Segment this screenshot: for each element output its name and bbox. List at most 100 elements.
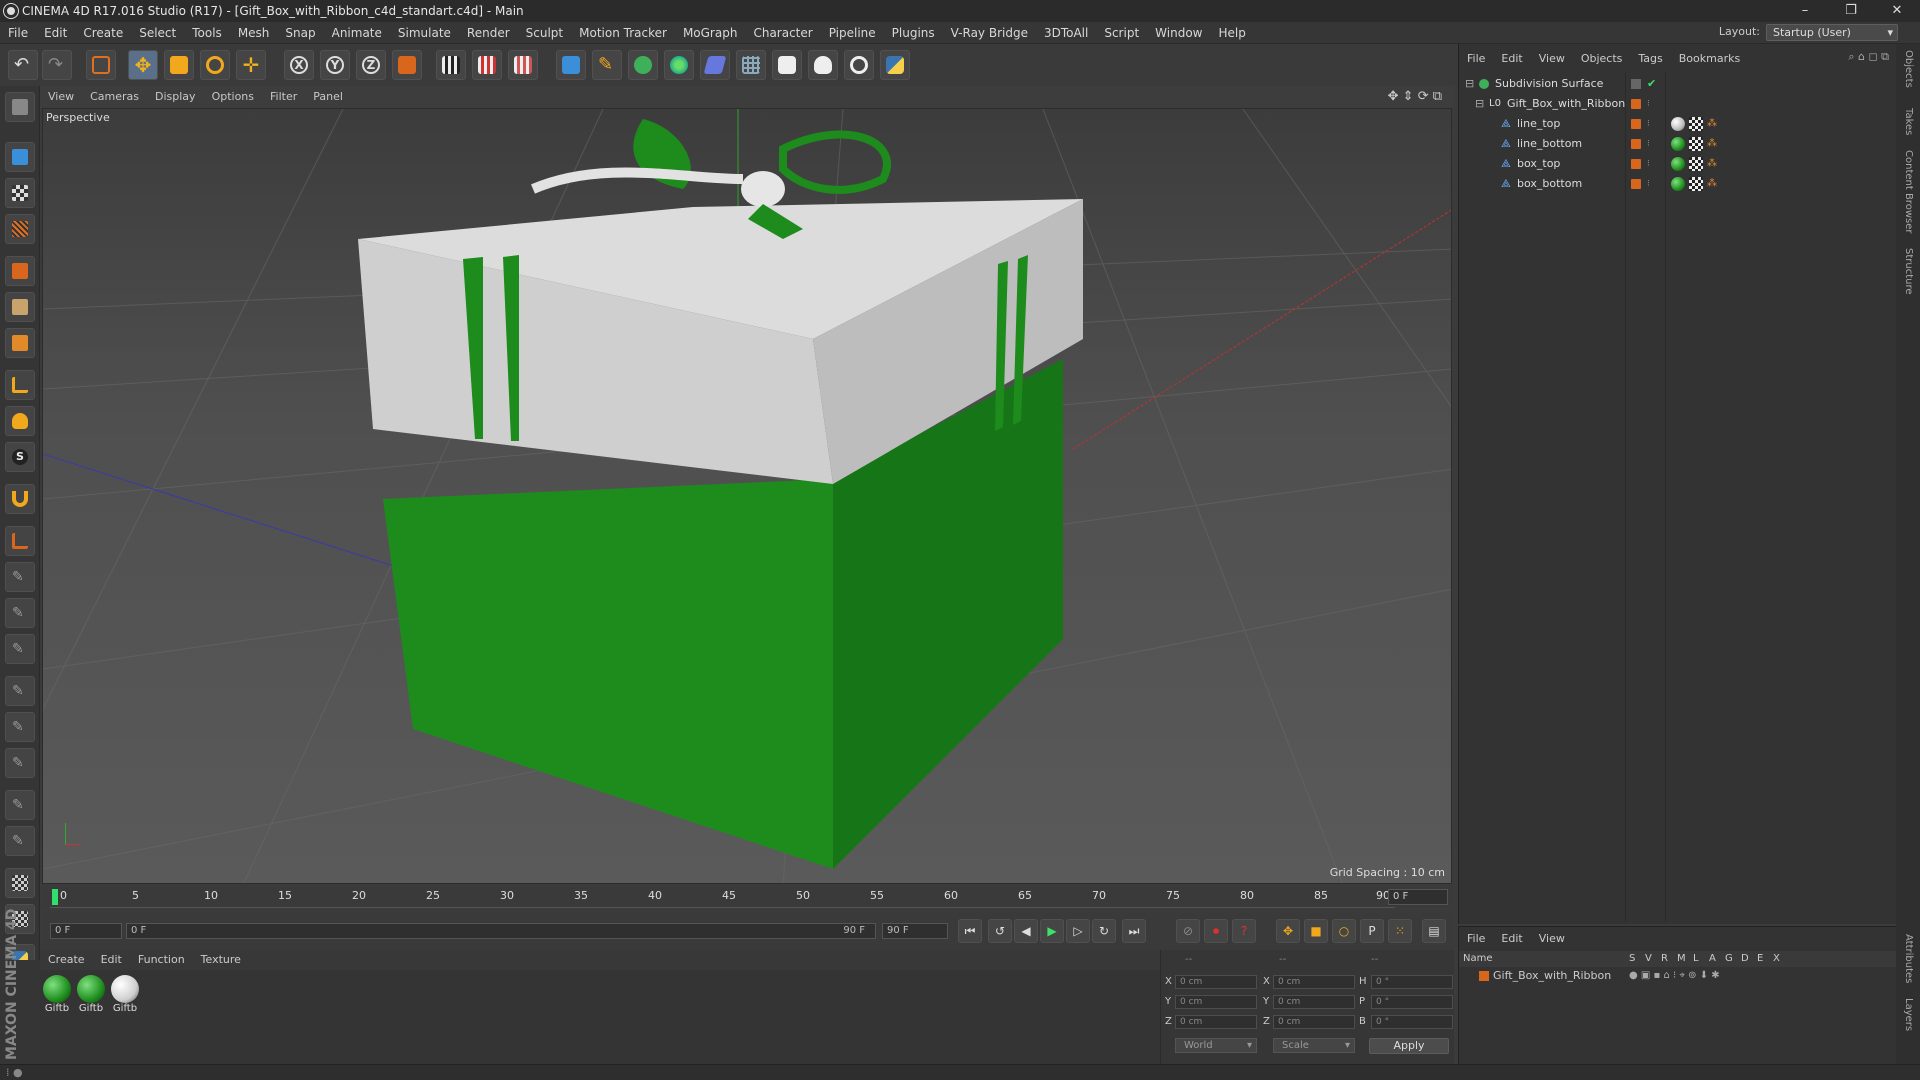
workplane-mode-button[interactable]	[5, 214, 35, 244]
uvw-tag-icon[interactable]	[1689, 137, 1703, 151]
transform-tool-button[interactable]: ✛	[236, 50, 266, 80]
menu-pipeline[interactable]: Pipeline	[821, 22, 884, 44]
collapse-toggle-icon[interactable]: ⊟	[1465, 74, 1474, 94]
visibility-dots-icon[interactable]: ⁝	[1647, 94, 1650, 114]
menu-tools[interactable]: Tools	[184, 22, 230, 44]
move-tool-button[interactable]: ✥	[128, 50, 158, 80]
model-mode-button[interactable]	[5, 142, 35, 172]
coordinate-space-select[interactable]: World ▾	[1175, 1038, 1257, 1053]
object-row-line-bottom[interactable]: ⟁ line_bottom ⁝ ⁂	[1459, 134, 1897, 154]
start-frame-field[interactable]: 0 F	[50, 923, 122, 939]
rot-p-field[interactable]: 0 °	[1371, 995, 1453, 1009]
pos-y-field[interactable]: 0 cm	[1175, 995, 1257, 1009]
x-axis-lock-button[interactable]: X	[284, 50, 314, 80]
material-tag-icon[interactable]	[1671, 177, 1685, 191]
texture-mode-button[interactable]	[5, 178, 35, 208]
visibility-dots-icon[interactable]: ⁝	[1647, 114, 1650, 134]
apply-button[interactable]: Apply	[1369, 1038, 1449, 1054]
viewport-menu-options[interactable]: Options	[204, 86, 262, 108]
menu-mesh[interactable]: Mesh	[230, 22, 278, 44]
brush-7-button[interactable]: ✎	[5, 790, 35, 820]
object-row-subdivision-surface[interactable]: ⊟ Subdivision Surface ✔	[1459, 74, 1897, 94]
viewport-perspective[interactable]: Perspective Grid Spacing : 10 cm	[42, 108, 1452, 884]
objects-menu-view[interactable]: View	[1531, 50, 1573, 68]
object-row-line-top[interactable]: ⟁ line_top ⁝ ⁂	[1459, 114, 1897, 134]
material-swatch[interactable]: Giftb	[110, 975, 140, 1015]
layers-menu-file[interactable]: File	[1459, 930, 1493, 948]
objects-menu-tags[interactable]: Tags	[1630, 50, 1670, 68]
rot-b-field[interactable]: 0 °	[1371, 1015, 1453, 1029]
selection-tag-icon[interactable]: ⁂	[1707, 174, 1717, 194]
visibility-dots-icon[interactable]: ⁝	[1647, 134, 1650, 154]
add-camera-button[interactable]	[772, 50, 802, 80]
render-settings-button[interactable]	[508, 50, 538, 80]
menu-edit[interactable]: Edit	[36, 22, 75, 44]
tab-takes[interactable]: Takes	[1903, 108, 1914, 135]
autokey-button[interactable]: ⏺	[1204, 919, 1228, 943]
scale-tool-button[interactable]	[164, 50, 194, 80]
menu-mograph[interactable]: MoGraph	[675, 22, 746, 44]
minimize-button[interactable]: –	[1782, 0, 1828, 22]
layers-menu-view[interactable]: View	[1531, 930, 1573, 948]
collapse-toggle-icon[interactable]: ⊟	[1475, 94, 1484, 114]
next-frame-button[interactable]: ▷	[1066, 919, 1090, 943]
tab-structure[interactable]: Structure	[1903, 248, 1914, 295]
material-menu-create[interactable]: Create	[40, 950, 93, 970]
selection-tag-icon[interactable]: ⁂	[1707, 154, 1717, 174]
menu-sculpt[interactable]: Sculpt	[518, 22, 571, 44]
tab-content-browser[interactable]: Content Browser	[1903, 150, 1914, 233]
add-light-button[interactable]	[808, 50, 838, 80]
next-key-button[interactable]: ↻	[1092, 919, 1116, 943]
menu-select[interactable]: Select	[131, 22, 184, 44]
preview-range-slider[interactable]: 0 F 90 F	[126, 923, 876, 939]
material-tag-icon[interactable]	[1671, 157, 1685, 171]
axis-mode-button[interactable]	[5, 370, 35, 400]
add-deformer-button[interactable]	[700, 50, 730, 80]
visibility-dots-icon[interactable]: ⁝	[1647, 154, 1650, 174]
uvw-tag-icon[interactable]	[1689, 157, 1703, 171]
selection-tag-icon[interactable]: ⁂	[1707, 114, 1717, 134]
object-row-gift-box[interactable]: ⊟ L0 Gift_Box_with_Ribbon ⁝	[1459, 94, 1897, 114]
objects-menu-bookmarks[interactable]: Bookmarks	[1671, 50, 1748, 68]
render-view-button[interactable]	[436, 50, 466, 80]
tweak-mode-button[interactable]	[5, 406, 35, 436]
add-cube-button[interactable]	[556, 50, 586, 80]
enabled-check-icon[interactable]: ✔	[1647, 74, 1656, 94]
menu-render[interactable]: Render	[459, 22, 518, 44]
pos-x-field[interactable]: 0 cm	[1175, 975, 1257, 989]
material-swatch[interactable]: Giftb	[42, 975, 72, 1015]
current-frame-field[interactable]: 0 F	[1388, 889, 1448, 905]
brush-1-button[interactable]: ✎	[5, 562, 35, 592]
viewport-menu-view[interactable]: View	[40, 86, 82, 108]
viewport-menu-display[interactable]: Display	[147, 86, 204, 108]
add-subdivision-button[interactable]	[628, 50, 658, 80]
timeline-ruler-bar[interactable]: 0 5 10 15 20 25 30 35 40 45 50 55 60 65 …	[42, 886, 1452, 908]
menu-plugins[interactable]: Plugins	[884, 22, 943, 44]
size-z-field[interactable]: 0 cm	[1273, 1015, 1355, 1029]
material-tag-icon[interactable]	[1671, 137, 1685, 151]
key-scale-button[interactable]: ■	[1304, 919, 1328, 943]
brush-2-button[interactable]: ✎	[5, 598, 35, 628]
brush-8-button[interactable]: ✎	[5, 826, 35, 856]
go-to-start-button[interactable]: ⏮	[958, 919, 982, 943]
material-tag-icon[interactable]	[1671, 117, 1685, 131]
viewport-menu-panel[interactable]: Panel	[305, 86, 351, 108]
material-menu-edit[interactable]: Edit	[93, 950, 130, 970]
sketch-toon-button[interactable]	[844, 50, 874, 80]
menu-character[interactable]: Character	[745, 22, 820, 44]
previous-frame-button[interactable]: ◀	[1014, 919, 1038, 943]
menu-create[interactable]: Create	[75, 22, 131, 44]
make-editable-button[interactable]	[5, 92, 35, 122]
snap-button[interactable]: S	[5, 442, 35, 472]
menu-animate[interactable]: Animate	[324, 22, 390, 44]
uvw-tag-icon[interactable]	[1689, 117, 1703, 131]
menu-window[interactable]: Window	[1147, 22, 1210, 44]
viewport-navigation-icon[interactable]: ✥ ⇕ ⟳ ⧉	[1388, 89, 1442, 104]
key-parameter-button[interactable]: P	[1360, 919, 1384, 943]
menu-vray-bridge[interactable]: V-Ray Bridge	[943, 22, 1036, 44]
undo-button[interactable]: ↶	[8, 50, 38, 80]
rotate-tool-button[interactable]	[200, 50, 230, 80]
play-button[interactable]: ▶	[1040, 919, 1064, 943]
python-button[interactable]	[880, 50, 910, 80]
paint-mode-button[interactable]	[5, 868, 35, 898]
